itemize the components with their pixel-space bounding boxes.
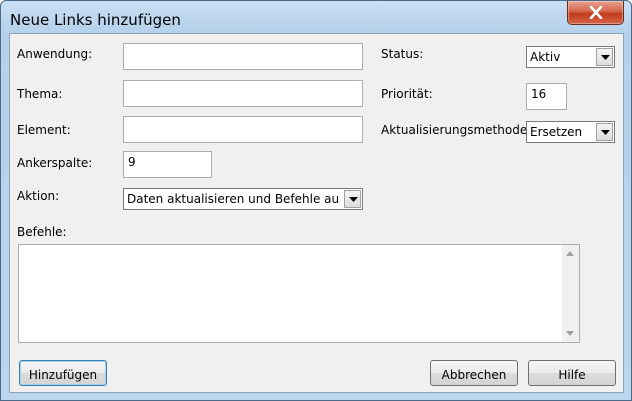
aktion-dropdown-arrow[interactable]	[344, 190, 361, 208]
window-title: Neue Links hinzufügen	[10, 11, 181, 29]
methode-dropdown-arrow[interactable]	[596, 123, 613, 141]
prioritaet-input[interactable]: 16	[526, 83, 567, 110]
help-button[interactable]: Hilfe	[528, 360, 616, 386]
scroll-down-icon[interactable]	[566, 331, 574, 336]
scroll-up-icon[interactable]	[566, 251, 574, 256]
element-input[interactable]	[123, 116, 363, 143]
ankerspalte-input[interactable]: 9	[123, 151, 212, 178]
anwendung-label: Anwendung:	[17, 47, 93, 61]
help-button-label: Hilfe	[558, 368, 586, 382]
element-label: Element:	[17, 123, 71, 137]
add-button[interactable]: Hinzufügen	[19, 360, 107, 386]
status-dropdown-arrow[interactable]	[596, 48, 613, 66]
aktion-dropdown[interactable]: Daten aktualisieren und Befehle ausführe…	[123, 188, 363, 210]
ankerspalte-label: Ankerspalte:	[17, 156, 93, 170]
anwendung-input[interactable]	[123, 43, 363, 70]
cancel-button[interactable]: Abbrechen	[430, 360, 518, 386]
chevron-down-icon	[601, 55, 610, 60]
cancel-button-label: Abbrechen	[441, 368, 507, 382]
dialog-window: Neue Links hinzufügen Anwendung: Thema: …	[0, 0, 632, 401]
befehle-textarea[interactable]	[18, 244, 580, 343]
chevron-down-icon	[601, 130, 610, 135]
aktion-value: Daten aktualisieren und Befehle ausführe…	[127, 192, 340, 206]
befehle-label: Befehle:	[17, 225, 67, 239]
methode-value: Ersetzen	[530, 125, 583, 139]
prioritaet-label: Priorität:	[381, 87, 433, 101]
thema-input[interactable]	[123, 80, 363, 107]
thema-label: Thema:	[17, 87, 63, 101]
close-icon	[589, 6, 603, 19]
befehle-scrollbar[interactable]	[562, 245, 579, 342]
status-value: Aktiv	[530, 50, 561, 64]
close-button[interactable]	[567, 1, 624, 25]
status-label: Status:	[381, 47, 424, 61]
status-dropdown[interactable]: Aktiv	[526, 46, 615, 68]
chevron-down-icon	[349, 197, 358, 202]
methode-label: Aktualisierungsmethode:	[381, 123, 532, 137]
methode-dropdown[interactable]: Ersetzen	[526, 121, 615, 143]
aktion-label: Aktion:	[17, 189, 60, 203]
dialog-body: Anwendung: Thema: Element: Ankerspalte: …	[9, 33, 624, 393]
add-button-label: Hinzufügen	[28, 368, 98, 382]
